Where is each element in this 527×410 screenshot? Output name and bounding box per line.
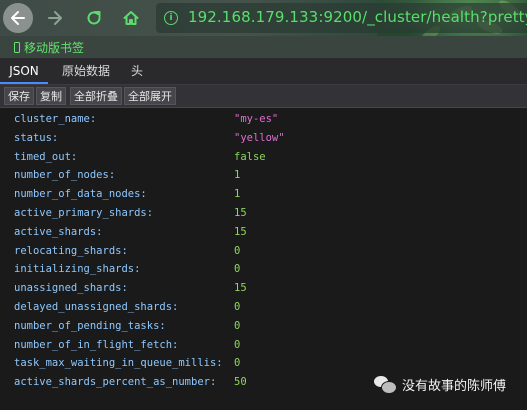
bookmark-mobile[interactable]: 移动版书签 [14,39,84,56]
tab-raw-data[interactable]: 原始数据 [56,58,116,84]
url-text[interactable]: 192.168.179.133:9200/_cluster/health?pre… [188,8,527,26]
json-value: 50 [234,376,247,389]
copy-button[interactable]: 复制 [36,87,66,105]
json-row: initializing_shards: 0 [0,260,527,279]
home-button[interactable] [116,3,146,33]
json-row: number_of_in_flight_fetch: 0 [0,336,527,355]
json-value: "yellow" [234,131,285,144]
bookmarks-bar: 移动版书签 [0,36,527,58]
json-value: 0 [234,244,241,257]
json-content: cluster_name: "my-es" status: "yellow" timed… [0,108,527,410]
forward-arrow-icon [48,11,62,25]
json-key: timed_out: [14,150,78,163]
json-value: 15 [234,225,247,238]
tab-headers[interactable]: 头 [124,58,150,84]
json-row: unassigned_shards: 15 [0,279,527,298]
bookmark-label: 移动版书签 [24,41,85,55]
json-key: number_of_data_nodes: [14,188,147,201]
json-row: task_max_waiting_in_queue_millis: 0 [0,354,527,373]
collapse-all-button[interactable]: 全部折叠 [70,87,122,105]
json-key: initializing_shards: [14,263,141,276]
json-value: "my-es" [234,113,279,125]
viewer-actions: 保存 复制 全部折叠 全部展开 [0,85,527,108]
json-row: number_of_data_nodes: 1 [0,185,527,204]
json-value: 15 [234,207,247,219]
browser-toolbar: i 192.168.179.133:9200/_cluster/health?p… [0,0,527,60]
json-row: cluster_name: "my-es" [0,110,527,129]
json-key: unassigned_shards: [14,282,128,295]
json-value: 0 [234,301,241,313]
reload-button[interactable] [79,3,109,33]
json-value: 0 [234,319,241,332]
json-value: false [234,150,266,163]
json-key: active_primary_shards: [14,207,154,219]
json-key: number_of_in_flight_fetch: [14,338,179,351]
reload-icon [87,11,101,25]
json-key: task_max_waiting_in_queue_millis: [14,357,223,370]
json-value: 0 [234,263,241,276]
json-key: relocating_shards: [14,244,128,257]
home-icon [123,11,139,25]
json-value: 15 [234,282,247,295]
json-row: number_of_nodes: 1 [0,166,527,185]
forward-button[interactable] [40,3,70,33]
json-row: number_of_pending_tasks: 0 [0,317,527,336]
json-row: timed_out: false [0,148,527,167]
json-key: active_shards_percent_as_number: [14,376,217,389]
phone-icon [14,42,20,53]
json-value: 1 [234,169,241,182]
address-bar[interactable]: i 192.168.179.133:9200/_cluster/health?p… [156,3,527,33]
json-value: 1 [234,188,241,201]
json-key: cluster_name: [14,113,97,125]
expand-all-button[interactable]: 全部展开 [124,87,176,105]
json-key: status: [14,131,59,144]
json-row: delayed_unassigned_shards: 0 [0,298,527,317]
json-row: active_primary_shards: 15 [0,204,527,223]
json-key: number_of_nodes: [14,169,116,182]
wechat-icon [374,375,397,394]
watermark-text: 没有故事的陈师傅 [402,378,507,394]
json-row: active_shards: 15 [0,223,527,242]
json-key: active_shards: [14,225,103,238]
json-row: relocating_shards: 0 [0,242,527,261]
viewer-tabs: JSON 原始数据 头 [0,58,527,85]
info-icon[interactable]: i [164,11,178,25]
json-key: number_of_pending_tasks: [14,319,166,332]
back-arrow-icon [11,11,25,25]
json-row: status: "yellow" [0,129,527,148]
json-value: 0 [234,357,241,370]
back-button[interactable] [3,3,33,33]
save-button[interactable]: 保存 [4,87,34,105]
json-key: delayed_unassigned_shards: [14,301,179,313]
json-value: 0 [234,338,241,351]
tab-json[interactable]: JSON [0,58,48,84]
watermark: 没有故事的陈师傅 [374,373,506,395]
